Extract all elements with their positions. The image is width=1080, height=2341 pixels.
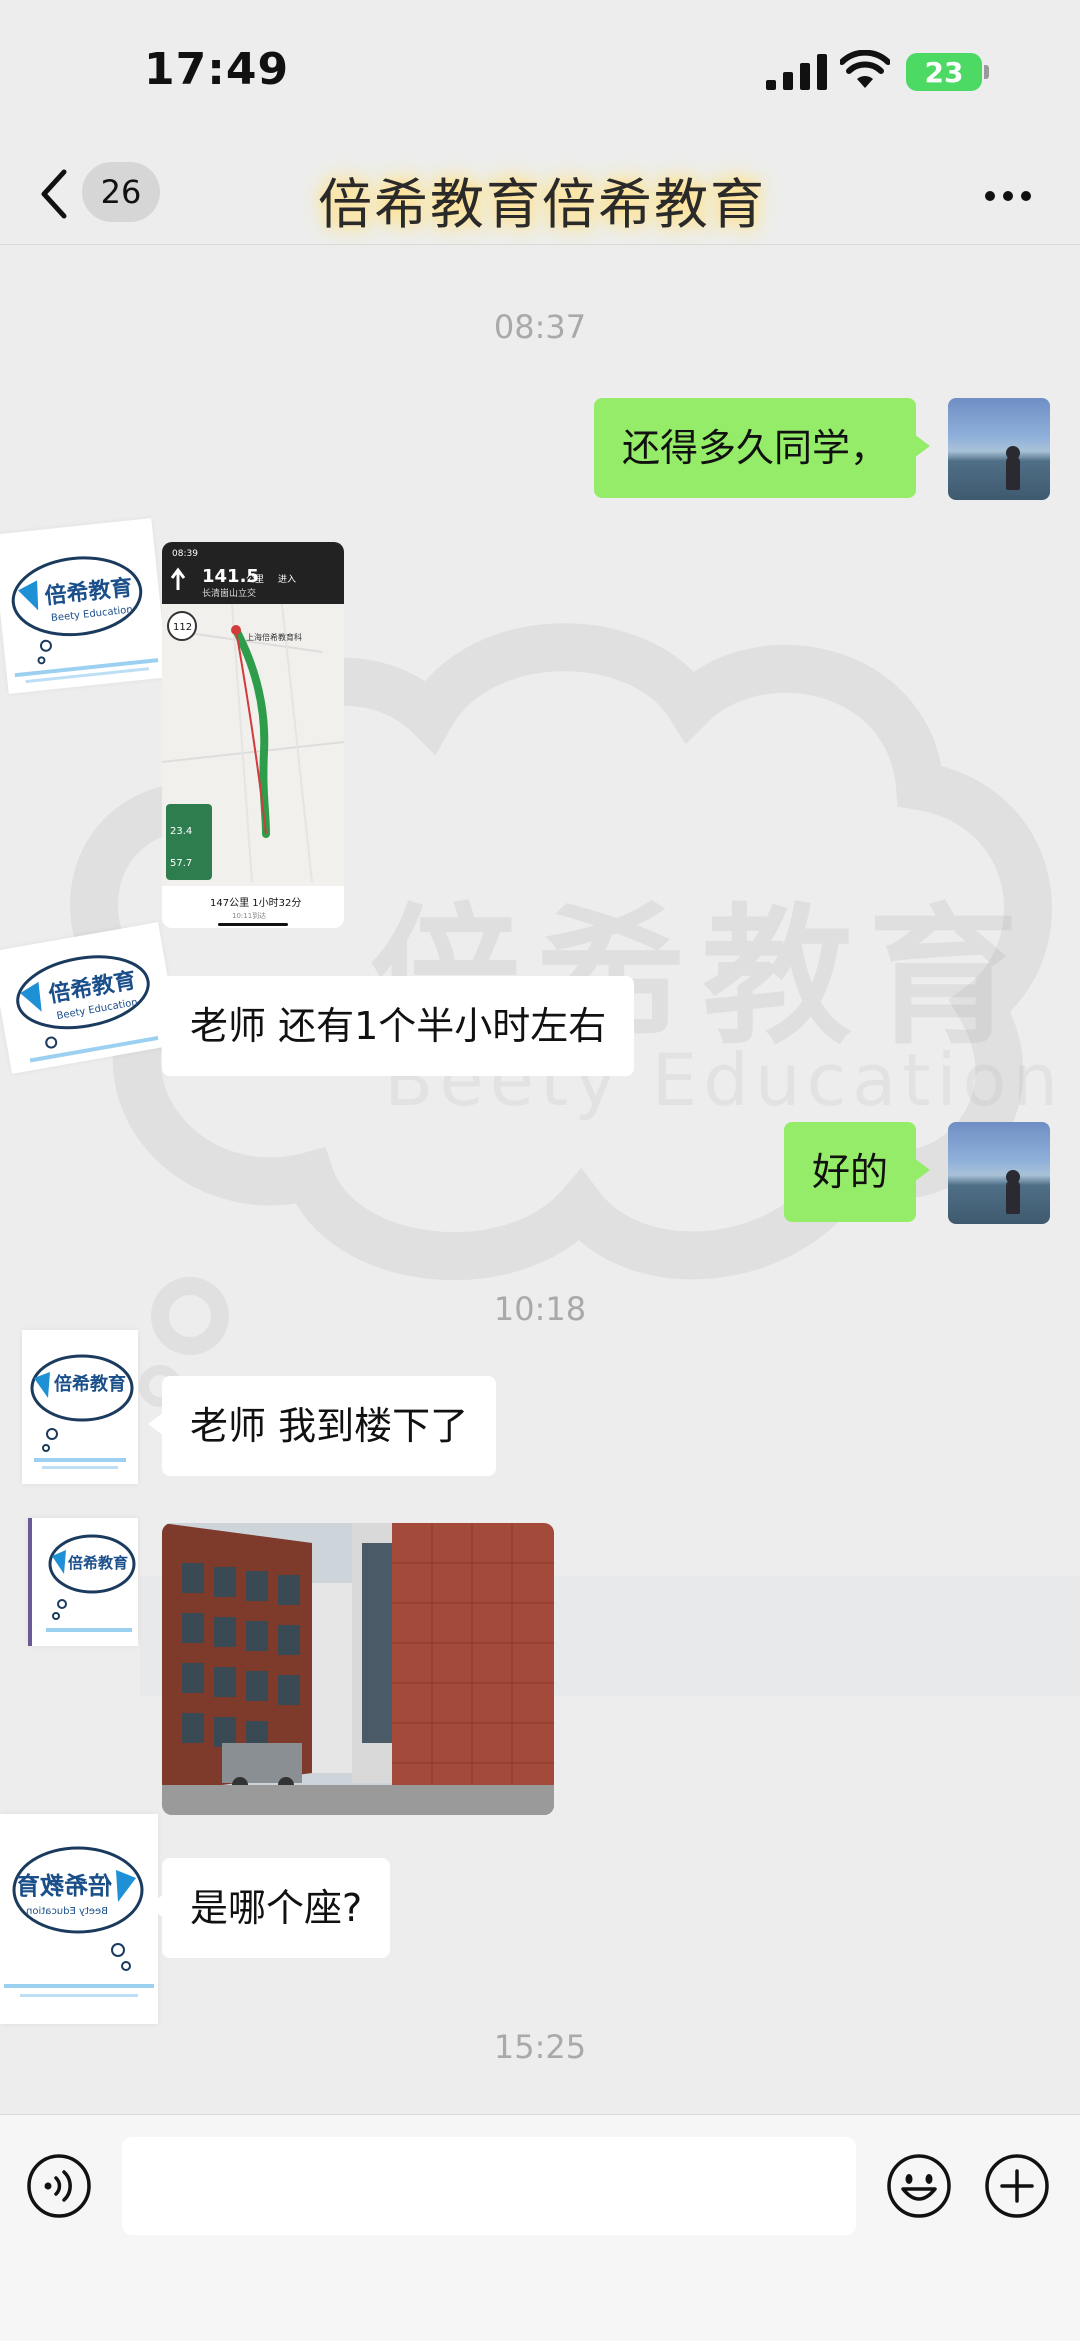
timestamp: 10:18 bbox=[493, 1290, 587, 1328]
building-photo-graphic bbox=[162, 1523, 554, 1815]
status-bar: 17:49 23 bbox=[0, 0, 1080, 150]
avatar[interactable]: 倍希教育 Beety Education bbox=[0, 518, 168, 694]
brand-logo-icon: 倍希教育 bbox=[30, 1354, 134, 1469]
message-bubble-incoming[interactable]: 老师 我到楼下了 bbox=[147, 1376, 497, 1476]
cellular-signal-icon bbox=[766, 54, 827, 90]
message-bubble-incoming[interactable]: 是哪个座? bbox=[147, 1858, 391, 1958]
map-panel-distance-2: 57.7 bbox=[170, 858, 192, 869]
brand-logo-icon: 倍希教育 Beety Education bbox=[16, 955, 159, 1063]
battery-cap bbox=[984, 65, 989, 79]
voice-icon[interactable] bbox=[26, 2153, 92, 2219]
brand-logo-icon: 倍希教育 Beety Education bbox=[11, 556, 159, 684]
avatar[interactable]: 倍希教育 Beety Education bbox=[0, 1814, 158, 2024]
emoji-icon[interactable] bbox=[886, 2153, 952, 2219]
timestamp: 08:37 bbox=[493, 308, 587, 346]
map-panel-distance-1: 23.4 bbox=[170, 826, 192, 837]
avatar[interactable]: 倍希教育 bbox=[22, 1330, 138, 1484]
brand-logo-icon: 倍希教育 Beety Education bbox=[4, 1846, 154, 1997]
map-distance-unit: 公里 bbox=[246, 574, 264, 585]
avatar[interactable] bbox=[948, 1122, 1050, 1224]
message-bubble-outgoing[interactable]: 还得多久同学， bbox=[593, 398, 931, 498]
message-list[interactable]: 倍希教育 Beety Education 08:37 还得多久同学， 倍希教育 … bbox=[0, 246, 1080, 2114]
brand-logo-sub: Beety Education bbox=[26, 1906, 108, 1917]
brand-logo-text: 倍希教育 bbox=[68, 1554, 128, 1572]
plus-circle-icon[interactable] bbox=[984, 2153, 1050, 2219]
wifi-icon bbox=[840, 50, 890, 88]
avatar-figure bbox=[1006, 456, 1020, 490]
battery-charging-icon: 23 bbox=[906, 53, 982, 91]
avatar[interactable]: 倍希教育 Beety Education bbox=[0, 922, 180, 1074]
map-road: 长清崮山立交 bbox=[202, 587, 256, 599]
avatar-figure bbox=[1006, 1180, 1020, 1214]
timestamp: 15:25 bbox=[493, 2028, 587, 2066]
chevron-left-icon[interactable] bbox=[36, 166, 72, 222]
map-arrival: 10:11到达 bbox=[232, 911, 266, 920]
map-status-time: 08:39 bbox=[172, 549, 198, 559]
map-action: 进入 bbox=[278, 574, 296, 585]
avatar[interactable]: 倍希教育 bbox=[28, 1518, 138, 1646]
battery-level: 23 bbox=[924, 55, 964, 89]
chat-header: 26 倍希教育倍希教育 bbox=[0, 150, 1080, 245]
avatar[interactable] bbox=[948, 398, 1050, 500]
message-bubble-incoming[interactable]: 老师 还有1个半小时左右 bbox=[147, 976, 635, 1076]
chat-title: 倍希教育倍希教育 bbox=[318, 173, 766, 236]
message-input[interactable] bbox=[122, 2137, 856, 2235]
brand-logo-icon: 倍希教育 bbox=[46, 1534, 136, 1632]
map-route-summary: 147公里 1小时32分 bbox=[210, 897, 301, 909]
map-screenshot-graphic: 08:39 141.5 公里 进入 长清崮山立交 112 上海倍希教育科 23.… bbox=[162, 542, 344, 928]
brand-logo-text: 倍希教育 bbox=[16, 1872, 112, 1900]
building-photo[interactable] bbox=[162, 1523, 554, 1815]
brand-logo-text: 倍希教育 bbox=[54, 1373, 126, 1395]
more-horizontal-icon[interactable] bbox=[982, 176, 1034, 216]
status-time: 17:49 bbox=[144, 44, 290, 95]
map-destination: 上海倍希教育科 bbox=[246, 632, 302, 642]
unread-count-badge[interactable]: 26 bbox=[82, 162, 160, 222]
message-bubble-outgoing[interactable]: 好的 bbox=[783, 1122, 931, 1222]
input-bar bbox=[0, 2114, 1080, 2341]
map-speed-limit: 112 bbox=[173, 622, 192, 633]
map-navigation-screenshot[interactable]: 08:39 141.5 公里 进入 长清崮山立交 112 上海倍希教育科 23.… bbox=[162, 542, 344, 928]
